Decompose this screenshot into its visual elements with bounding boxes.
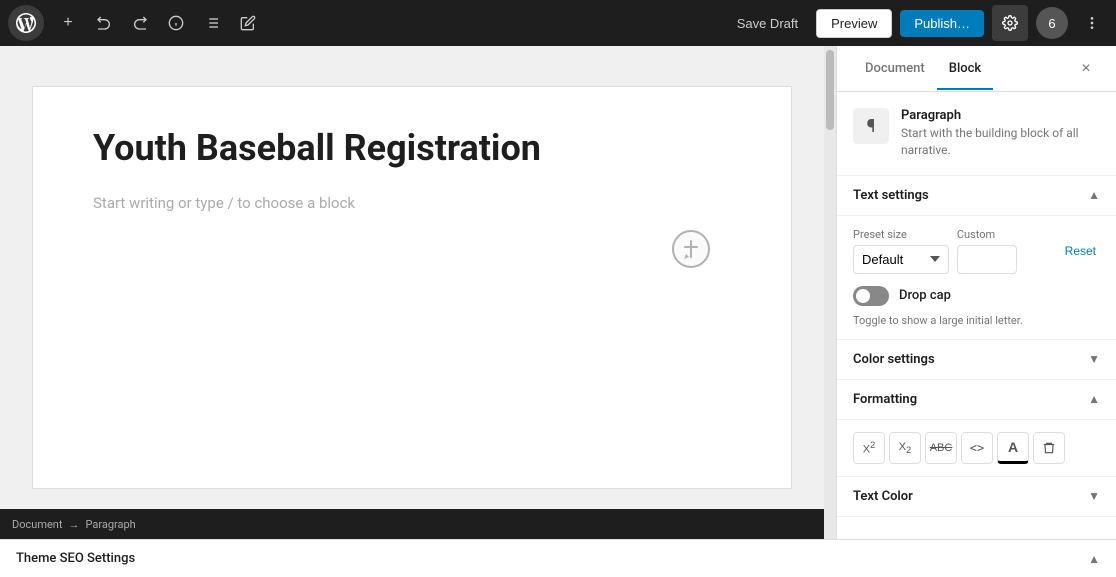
text-settings-chevron: ▲ xyxy=(1088,188,1100,202)
formatting-chevron: ▲ xyxy=(1088,392,1100,406)
scrollbar-thumb[interactable] xyxy=(826,50,834,130)
list-view-button[interactable] xyxy=(196,7,228,39)
theme-seo-label: Theme SEO Settings xyxy=(16,551,135,566)
editor-area: Youth Baseball Registration Start writin… xyxy=(0,46,824,539)
sidebar-content: ¶ Paragraph Start with the building bloc… xyxy=(837,92,1116,539)
cursor-icon xyxy=(671,227,711,275)
color-settings-header[interactable]: Color settings ▼ xyxy=(837,340,1116,380)
info-button[interactable] xyxy=(160,7,192,39)
text-settings-content: Preset size Default Custom Reset xyxy=(837,216,1116,340)
text-color-chevron: ▼ xyxy=(1088,489,1100,503)
settings-button[interactable] xyxy=(992,5,1028,41)
subscript-button[interactable]: X2 xyxy=(889,432,921,464)
publish-button[interactable]: Publish… xyxy=(900,10,984,37)
reset-button[interactable]: Reset xyxy=(1061,240,1100,262)
toolbar: + Save Draft Preview Publish… 6 xyxy=(0,0,1116,46)
footer-arrow: → xyxy=(68,518,79,531)
paragraph-icon: ¶ xyxy=(853,108,889,144)
drop-cap-toggle[interactable] xyxy=(853,286,889,306)
text-settings-header[interactable]: Text settings ▲ xyxy=(837,176,1116,216)
tab-block[interactable]: Block xyxy=(937,49,993,90)
format-buttons-row: X2 X2 ABC <> A xyxy=(853,432,1100,464)
preset-size-row: Preset size Default Custom Reset xyxy=(853,228,1100,274)
text-color-title: Text Color xyxy=(853,489,913,504)
preset-size-select[interactable]: Default xyxy=(853,245,949,274)
editor-canvas[interactable]: Youth Baseball Registration Start writin… xyxy=(32,86,792,489)
color-settings-title: Color settings xyxy=(853,352,935,367)
color-settings-chevron: ▼ xyxy=(1088,352,1100,366)
text-settings-title: Text settings xyxy=(853,188,929,203)
formatting-title: Formatting xyxy=(853,392,917,407)
drop-cap-label: Drop cap xyxy=(899,288,951,303)
user-avatar-button[interactable]: 6 xyxy=(1036,7,1068,39)
custom-label: Custom xyxy=(957,228,1053,241)
block-placeholder[interactable]: Start writing or type / to choose a bloc… xyxy=(93,194,731,212)
edit-button[interactable] xyxy=(232,7,264,39)
clear-formatting-button[interactable] xyxy=(1033,432,1065,464)
sidebar-header: Document Block × xyxy=(837,46,1116,92)
custom-size-input[interactable] xyxy=(957,245,1017,274)
theme-seo-chevron[interactable]: ▲ xyxy=(1088,552,1100,566)
sidebar-close-button[interactable]: × xyxy=(1072,55,1100,83)
text-color-button[interactable]: A xyxy=(997,432,1029,464)
custom-col: Custom xyxy=(957,228,1053,274)
strikethrough-button[interactable]: ABC xyxy=(925,432,957,464)
redo-button[interactable] xyxy=(124,7,156,39)
footer-document-label: Document xyxy=(12,518,62,531)
save-draft-button[interactable]: Save Draft xyxy=(727,10,808,37)
undo-button[interactable] xyxy=(88,7,120,39)
formatting-content: X2 X2 ABC <> A xyxy=(837,420,1116,477)
tab-document[interactable]: Document xyxy=(853,49,937,90)
preset-size-col: Preset size Default xyxy=(853,228,949,274)
preview-button[interactable]: Preview xyxy=(816,9,892,38)
editor-scroll[interactable]: Youth Baseball Registration Start writin… xyxy=(0,46,824,509)
editor-scrollbar[interactable] xyxy=(824,46,836,539)
block-title: Paragraph xyxy=(901,108,1100,123)
inline-code-button[interactable]: <> xyxy=(961,432,993,464)
more-options-button[interactable] xyxy=(1076,7,1108,39)
block-info-text: Paragraph Start with the building block … xyxy=(901,108,1100,159)
sidebar-panel: Document Block × ¶ Paragraph Start with … xyxy=(836,46,1116,539)
main-area: Youth Baseball Registration Start writin… xyxy=(0,46,1116,539)
bottom-bar: Theme SEO Settings ▲ xyxy=(0,539,1116,577)
editor-footer: Document → Paragraph xyxy=(0,509,824,539)
page-title: Youth Baseball Registration xyxy=(93,127,731,170)
superscript-button[interactable]: X2 xyxy=(853,432,885,464)
formatting-header[interactable]: Formatting ▲ xyxy=(837,380,1116,420)
text-color-header[interactable]: Text Color ▼ xyxy=(837,477,1116,517)
block-description: Start with the building block of all nar… xyxy=(901,125,1100,159)
toggle-slider xyxy=(853,286,889,306)
block-info-section: ¶ Paragraph Start with the building bloc… xyxy=(837,92,1116,176)
footer-paragraph-label: Paragraph xyxy=(85,518,135,531)
drop-cap-description: Toggle to show a large initial letter. xyxy=(853,314,1100,327)
drop-cap-row: Drop cap xyxy=(853,286,1100,306)
add-block-button[interactable]: + xyxy=(52,7,84,39)
wordpress-logo[interactable] xyxy=(8,5,44,41)
preset-size-label: Preset size xyxy=(853,228,949,241)
